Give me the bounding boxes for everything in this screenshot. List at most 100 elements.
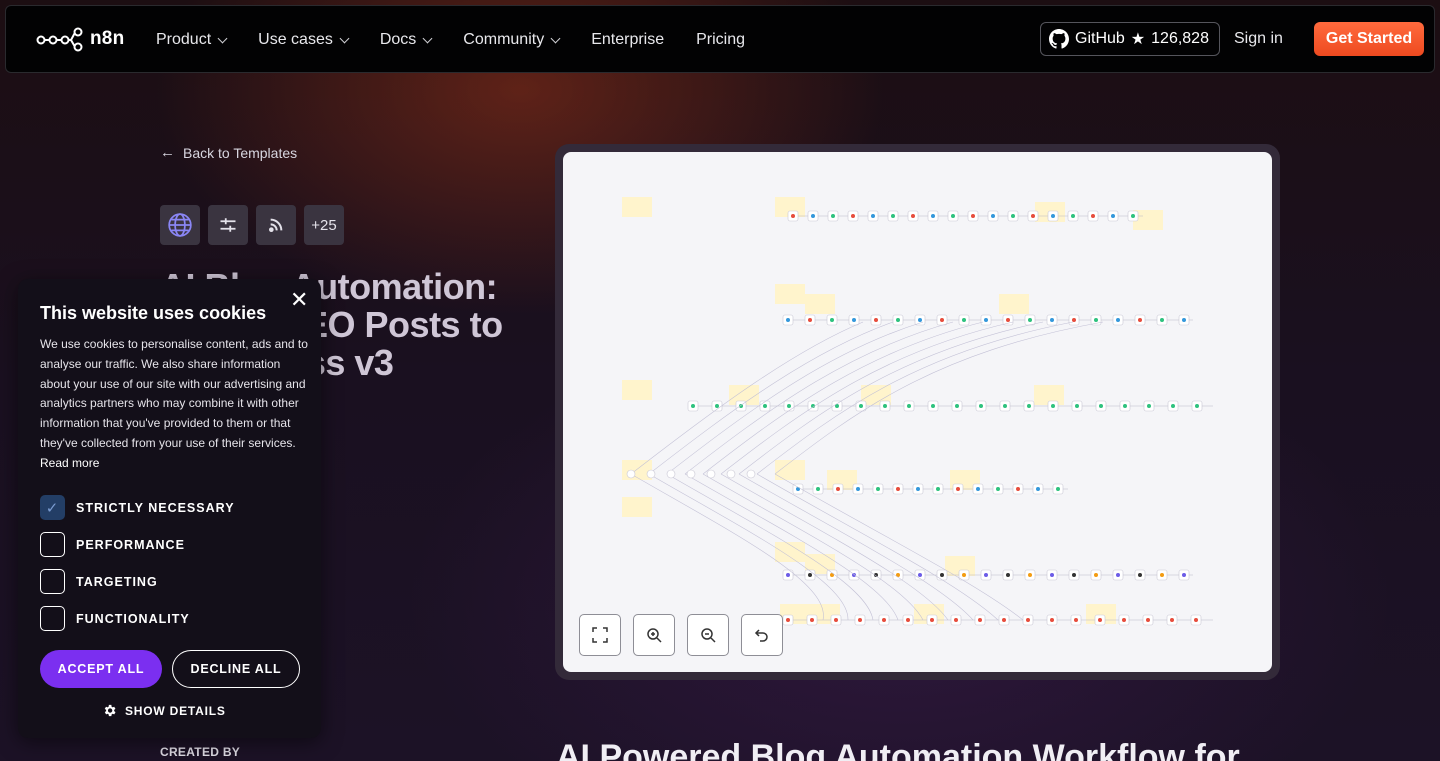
node-icon <box>1098 618 1102 622</box>
arrow-left-icon: ← <box>160 144 175 161</box>
workflow-canvas[interactable] <box>563 152 1272 672</box>
menu-label: Docs <box>379 31 417 48</box>
node-icon <box>1094 318 1098 322</box>
checkbox[interactable] <box>40 606 65 631</box>
cookie-option-functionality[interactable]: FUNCTIONALITY <box>40 606 190 631</box>
connection-curve <box>666 473 874 621</box>
back-label: Back to Templates <box>183 144 298 161</box>
node-icon <box>1050 618 1054 622</box>
cookie-option-performance[interactable]: PERFORMANCE <box>40 532 185 557</box>
node-icon <box>931 214 935 218</box>
node-icon <box>1111 214 1115 218</box>
fit-view-button[interactable] <box>579 614 621 656</box>
workflow-node <box>726 469 736 479</box>
chevron-down-icon <box>217 33 228 43</box>
node-icon <box>810 618 814 622</box>
node-icon <box>874 318 878 322</box>
node-icon <box>916 487 920 491</box>
node-icon <box>786 573 790 577</box>
show-details-button[interactable]: SHOW DETAILS <box>102 703 226 718</box>
cookie-banner: ✕ This website uses cookies We use cooki… <box>18 279 321 738</box>
chevron-down-icon <box>422 33 433 43</box>
reset-icon <box>754 629 768 642</box>
node-icon <box>763 404 767 408</box>
node-icon <box>1036 487 1040 491</box>
node-icon <box>1050 318 1054 322</box>
back-to-templates-link[interactable]: ← Back to Templates <box>160 144 297 161</box>
menu-item-docs[interactable]: Docs <box>379 31 433 49</box>
node-icon <box>918 573 922 577</box>
sign-in-link[interactable]: Sign in <box>1234 30 1283 48</box>
menu-item-use-cases[interactable]: Use cases <box>258 31 350 49</box>
github-stars-button[interactable]: GitHub ★ 126,828 <box>1040 22 1220 56</box>
node-icon <box>1071 214 1075 218</box>
workflow-node <box>666 469 676 479</box>
node-icon <box>962 318 966 322</box>
decline-all-button[interactable]: DECLINE ALL <box>172 650 300 688</box>
get-started-button[interactable]: Get Started <box>1314 22 1424 56</box>
zoom-in-icon <box>647 628 662 643</box>
node-icon <box>1094 573 1098 577</box>
zoom-out-icon <box>701 628 716 643</box>
accept-all-button[interactable]: ACCEPT ALL <box>40 650 162 688</box>
node-icon <box>1072 573 1076 577</box>
node-icon <box>1194 618 1198 622</box>
github-label: GitHub <box>1075 30 1125 47</box>
node-icon <box>896 318 900 322</box>
node-icon <box>896 487 900 491</box>
menu-item-community[interactable]: Community <box>463 31 561 49</box>
node-icon <box>1091 214 1095 218</box>
node-icon <box>883 404 887 408</box>
workflow-node <box>626 469 636 479</box>
option-label: STRICTLY NECESSARY <box>76 500 235 515</box>
read-more-link[interactable]: Read more <box>40 456 99 470</box>
n8n-logo-icon <box>36 27 83 52</box>
node-icon <box>978 618 982 622</box>
node-icon <box>979 404 983 408</box>
node-icon <box>951 214 955 218</box>
node-icon <box>808 573 812 577</box>
checkbox[interactable] <box>40 532 65 557</box>
node-icons-row: +25 <box>160 205 344 245</box>
node-icon <box>808 318 812 322</box>
menu-item-product[interactable]: Product <box>156 31 228 49</box>
n8n-logo[interactable]: n8n <box>36 26 124 52</box>
reset-view-button[interactable] <box>741 614 783 656</box>
node-icon <box>1028 573 1032 577</box>
sticky-note <box>622 380 652 400</box>
option-label: PERFORMANCE <box>76 537 185 552</box>
cookie-option-strictly-necessary[interactable]: ✓ STRICTLY NECESSARY <box>40 495 235 520</box>
globe-icon <box>160 205 200 245</box>
sticky-note <box>622 497 652 517</box>
node-icon <box>976 487 980 491</box>
checkbox[interactable] <box>40 569 65 594</box>
node-icon <box>882 618 886 622</box>
sticky-note <box>775 460 805 480</box>
node-icon <box>831 214 835 218</box>
zoom-in-button[interactable] <box>633 614 675 656</box>
node-icon <box>858 618 862 622</box>
node-icon <box>1116 573 1120 577</box>
gear-icon <box>104 704 116 717</box>
rss-icon <box>256 205 296 245</box>
cookie-option-targeting[interactable]: TARGETING <box>40 569 158 594</box>
menu-item-pricing[interactable]: Pricing <box>696 31 745 49</box>
node-icon <box>1072 318 1076 322</box>
node-icon <box>1171 404 1175 408</box>
node-icon <box>1195 404 1199 408</box>
star-icon: ★ <box>1130 31 1146 48</box>
option-label: TARGETING <box>76 574 158 589</box>
node-icon <box>1050 573 1054 577</box>
top-navigation: n8n Product Use cases Docs Community Ent… <box>5 5 1435 73</box>
close-icon[interactable]: ✕ <box>290 287 308 313</box>
zoom-out-button[interactable] <box>687 614 729 656</box>
menu-item-enterprise[interactable]: Enterprise <box>591 31 664 49</box>
node-icon <box>1051 214 1055 218</box>
node-icon <box>1028 318 1032 322</box>
node-icon <box>715 404 719 408</box>
node-icon <box>1027 404 1031 408</box>
node-icon <box>811 214 815 218</box>
checkbox-checked[interactable]: ✓ <box>40 495 65 520</box>
node-icon <box>1002 618 1006 622</box>
github-star-count: 126,828 <box>1151 30 1209 47</box>
